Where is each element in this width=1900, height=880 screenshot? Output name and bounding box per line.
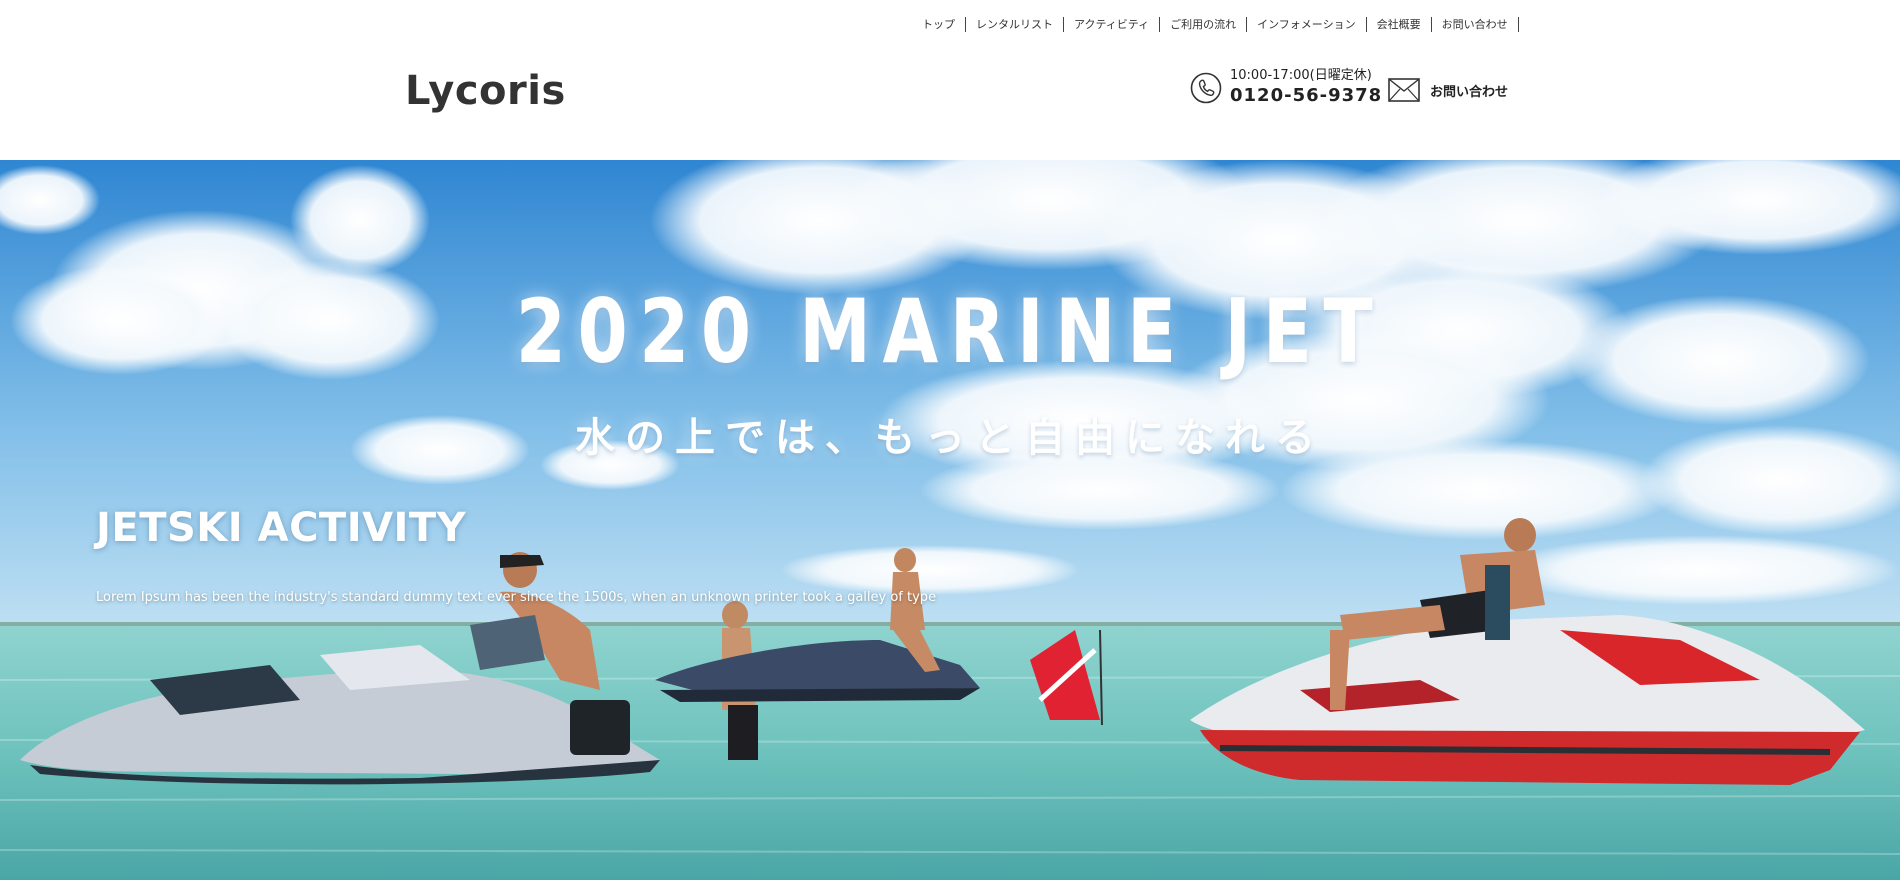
contact-label: お問い合わせ bbox=[1430, 84, 1509, 100]
business-hours: 10:00-17:00(日曜定休) bbox=[1230, 68, 1372, 83]
section-description: Lorem Ipsum has been the industry's stan… bbox=[96, 590, 937, 605]
phone-icon bbox=[1190, 72, 1222, 104]
site-logo[interactable]: Lycoris bbox=[405, 68, 566, 114]
contact-link[interactable]: お問い合わせ bbox=[1388, 78, 1508, 102]
hero-title: 2020 MARINE JET bbox=[515, 280, 1385, 383]
mail-icon bbox=[1388, 78, 1420, 102]
nav-item-activity[interactable]: アクティビティ bbox=[1064, 16, 1161, 32]
phone-contact: 10:00-17:00(日曜定休) 0120-56-9378 bbox=[1190, 68, 1382, 108]
nav-item-top[interactable]: トップ bbox=[912, 16, 966, 32]
section-title: JETSKI ACTIVITY bbox=[96, 505, 467, 551]
phone-number[interactable]: 0120-56-9378 bbox=[1230, 84, 1382, 108]
hero-banner: 2020 MARINE JET 水の上では、もっと自由になれる JETSKI A… bbox=[0, 160, 1900, 880]
nav-item-information[interactable]: インフォメーション bbox=[1247, 16, 1367, 32]
nav-item-rental-list[interactable]: レンタルリスト bbox=[966, 16, 1064, 32]
nav-item-flow[interactable]: ご利用の流れ bbox=[1160, 16, 1248, 32]
top-nav: トップ レンタルリスト アクティビティ ご利用の流れ インフォメーション 会社概… bbox=[912, 14, 1519, 34]
hero-subtitle: 水の上では、もっと自由になれる bbox=[575, 415, 1325, 461]
nav-item-company[interactable]: 会社概要 bbox=[1367, 16, 1432, 32]
nav-item-contact[interactable]: お問い合わせ bbox=[1432, 16, 1519, 32]
